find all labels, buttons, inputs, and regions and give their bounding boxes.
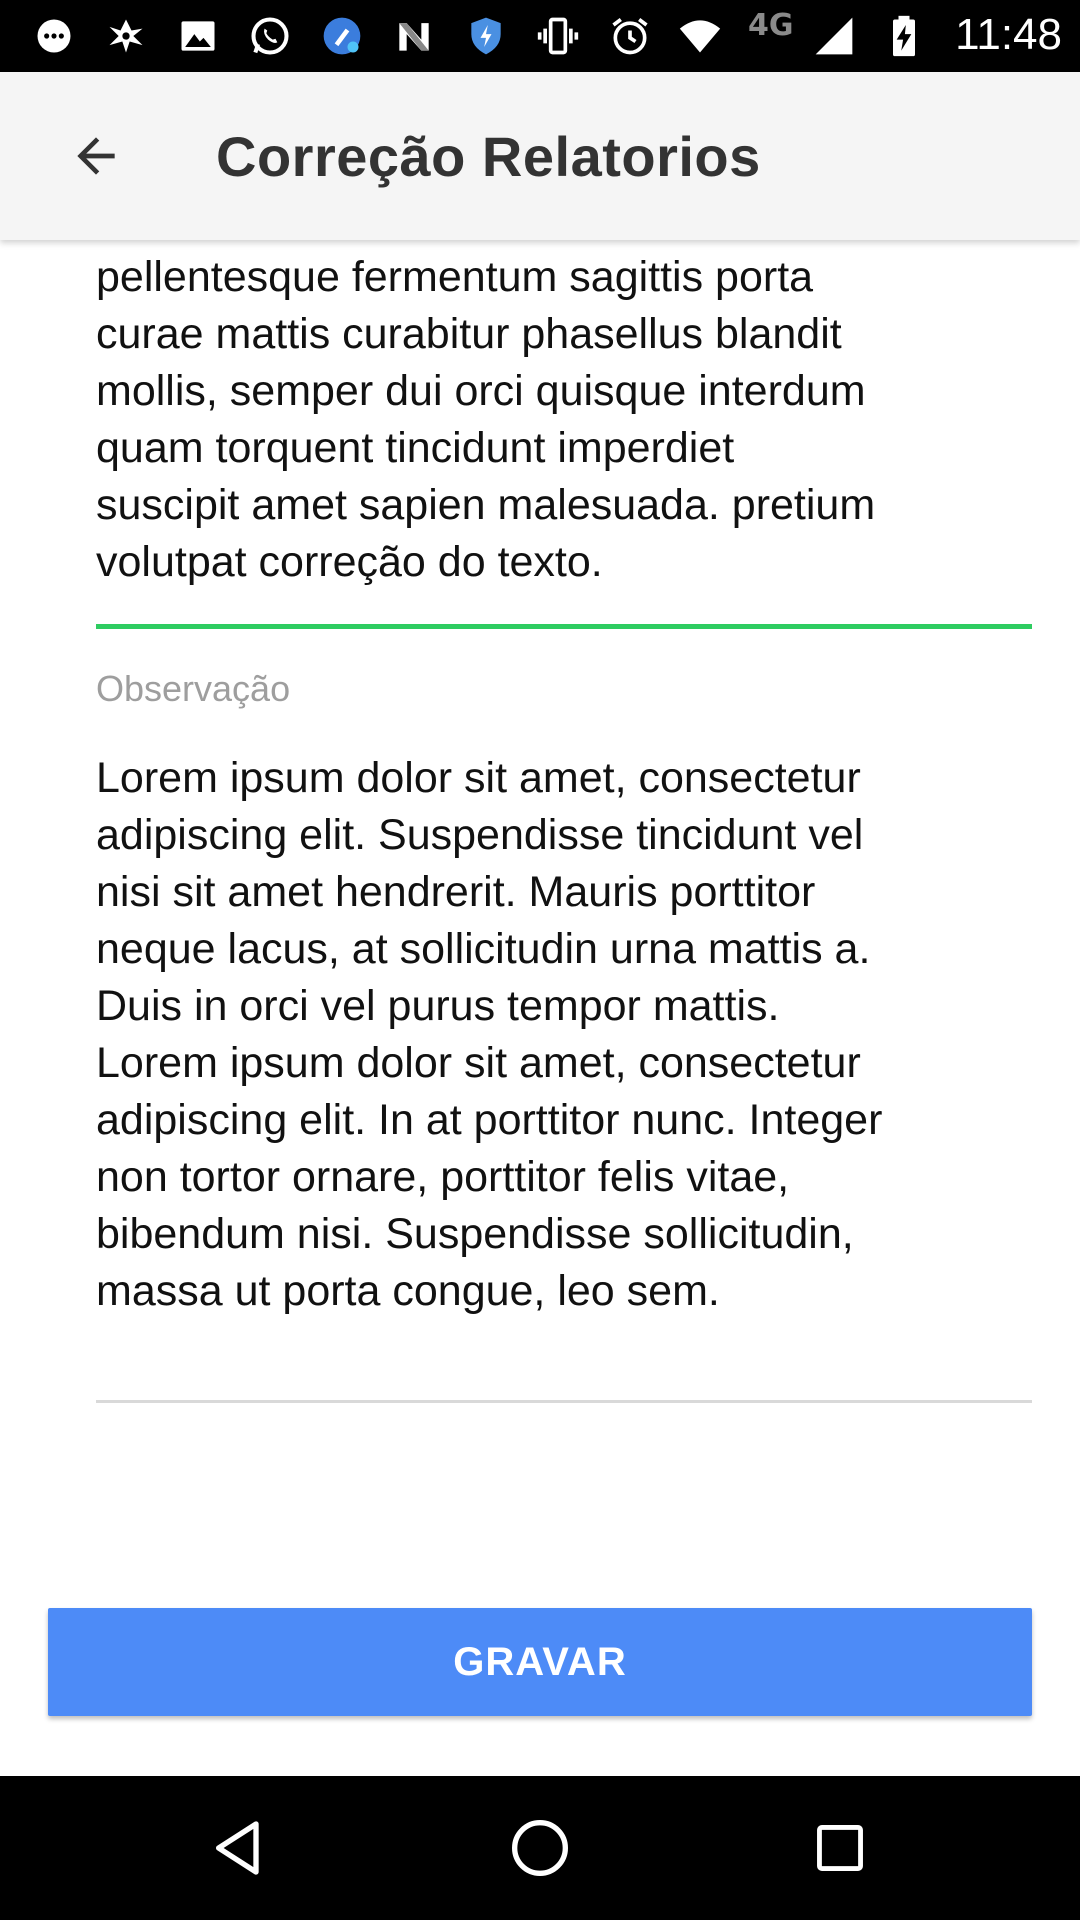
recents-square-icon	[817, 1825, 863, 1871]
cleaner-app-icon	[318, 12, 366, 60]
alarm-icon	[606, 12, 654, 60]
form-scroll-area[interactable]: maecenas condimentum tincidunt pellentes…	[0, 240, 1080, 1776]
app-bar: Correção Relatorios	[0, 72, 1080, 240]
page-title: Correção Relatorios	[216, 125, 761, 188]
screen: 4G 11:48 Correção Relatorios maecenas co…	[0, 0, 1080, 1920]
pinwheel-app-icon	[102, 12, 150, 60]
save-button[interactable]: GRAVAR	[48, 1608, 1032, 1716]
observation-label: Observação	[96, 668, 291, 709]
whatsapp-icon	[246, 12, 294, 60]
wifi-icon	[676, 12, 724, 60]
arrow-left-icon	[77, 137, 115, 175]
status-bar: 4G 11:48	[0, 0, 1080, 72]
back-button[interactable]	[56, 116, 136, 196]
chat-bubble-icon	[30, 12, 78, 60]
active-field-underline	[96, 624, 1032, 629]
correction-text-field[interactable]: maecenas condimentum tincidunt pellentes…	[96, 240, 1036, 591]
gallery-icon	[174, 12, 222, 60]
shield-icon	[462, 12, 510, 60]
network-type-label: 4G	[748, 8, 794, 43]
battery-charging-icon	[880, 12, 928, 60]
observation-text-field[interactable]: Lorem ipsum dolor sit amet, consectetur …	[96, 750, 1036, 1320]
navigation-bar	[0, 1776, 1080, 1920]
observation-field-underline	[96, 1400, 1032, 1403]
back-triangle-icon	[216, 1821, 259, 1875]
vibrate-icon	[534, 12, 582, 60]
cell-signal-icon	[810, 12, 858, 60]
nav-home-button[interactable]	[498, 1806, 582, 1890]
n-app-icon	[390, 12, 438, 60]
clock: 11:48	[955, 10, 1062, 59]
nav-back-button[interactable]	[198, 1806, 282, 1890]
home-circle-icon	[512, 1820, 568, 1876]
nav-recents-button[interactable]	[798, 1806, 882, 1890]
